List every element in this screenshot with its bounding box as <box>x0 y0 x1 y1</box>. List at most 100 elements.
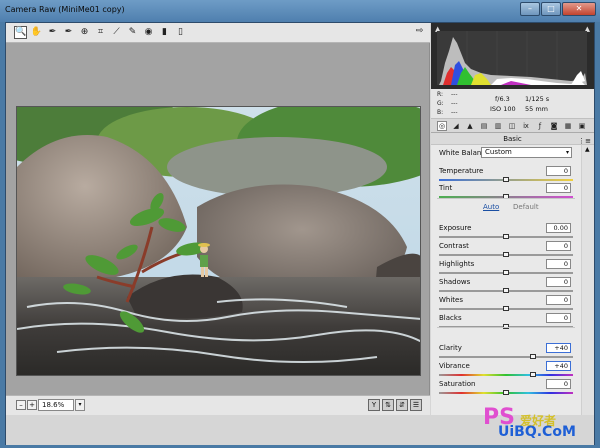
color-sampler-tool-icon[interactable]: ✒ <box>62 26 75 39</box>
white-balance-value: Custom <box>485 148 512 156</box>
graduated-filter-tool-icon[interactable]: ▯ <box>174 26 187 39</box>
contrast-value-field[interactable]: 0 <box>546 241 571 251</box>
tab-hsl-icon[interactable]: ▤ <box>479 121 489 131</box>
tab-split-toning-icon[interactable]: ▥ <box>493 121 503 131</box>
blacks-label: Blacks <box>439 314 462 322</box>
watermark-ub: UiBQ.CoM <box>498 424 576 440</box>
exposure-value-field[interactable]: 0.00 <box>546 223 571 233</box>
saturation-label: Saturation <box>439 380 476 388</box>
whites-value-field[interactable]: 0 <box>546 295 571 305</box>
whites-slider-thumb[interactable] <box>503 306 509 311</box>
iso-value: ISO 100 <box>490 105 516 113</box>
status-bar: – + 18.6% ▾ Y ⇅ ⇵ ☰ <box>6 395 430 415</box>
temperature-slider-thumb[interactable] <box>503 177 509 182</box>
contrast-slider[interactable] <box>439 252 573 257</box>
maximize-button[interactable]: □ <box>541 2 561 16</box>
tab-lens-icon[interactable]: ◫ <box>507 121 517 131</box>
temperature-value-field[interactable]: 0 <box>546 166 571 176</box>
whites-slider[interactable] <box>439 306 573 311</box>
shadows-value-field[interactable]: 0 <box>546 277 571 287</box>
white-balance-tool-icon[interactable]: ✒ <box>46 26 59 39</box>
tab-detail-icon[interactable]: ▲ <box>465 121 475 131</box>
swap-settings-icon[interactable]: ⇅ <box>382 399 394 411</box>
panel-scrollbar[interactable]: ▲ <box>581 145 594 415</box>
divider <box>437 198 575 199</box>
vibrance-value-field[interactable]: +40 <box>546 361 571 371</box>
focal-length-value: 55 mm <box>525 105 549 113</box>
highlights-value-field[interactable]: 0 <box>546 259 571 269</box>
contrast-slider-thumb[interactable] <box>503 252 509 257</box>
toggle-settings-icon[interactable]: ☰ <box>410 399 422 411</box>
open-preferences-icon[interactable]: ⇨ <box>413 26 426 39</box>
tab-camera-calibration-icon[interactable]: ◙ <box>549 121 559 131</box>
zoom-level-field[interactable]: 18.6% <box>38 399 74 411</box>
straighten-tool-icon[interactable]: ⟋ <box>110 26 123 39</box>
image-preview[interactable] <box>16 106 421 376</box>
basic-panel-title: Basic <box>503 135 522 143</box>
zoom-dropdown-icon[interactable]: ▾ <box>75 399 85 411</box>
highlights-slider-thumb[interactable] <box>503 270 509 275</box>
close-button[interactable]: ✕ <box>562 2 596 16</box>
zoom-in-button[interactable]: + <box>27 400 37 410</box>
clarity-slider-thumb[interactable] <box>529 354 536 359</box>
temperature-label: Temperature <box>439 167 484 175</box>
photo-illustration <box>17 107 420 375</box>
preview-area[interactable] <box>6 43 430 415</box>
copy-settings-icon[interactable]: ⇵ <box>396 399 408 411</box>
tab-snapshots-icon[interactable]: ▣ <box>577 121 587 131</box>
tab-fx-icon[interactable]: ƒ <box>535 121 545 131</box>
temperature-slider[interactable] <box>439 177 573 182</box>
tab-tone-curve-icon[interactable]: ◢ <box>451 121 461 131</box>
tab-effects-icon[interactable]: ⅸ <box>521 121 531 131</box>
contrast-label: Contrast <box>439 242 469 250</box>
camera-raw-window: ⇨ 🔍 ✋ ✒ ✒ ⊕ ⌗ ⟋ ✎ ◉ ▮ ▯ – + 18.6% ▾ Y ⇅ … <box>5 22 595 445</box>
spot-removal-tool-icon[interactable]: ✎ <box>126 26 139 39</box>
auto-link[interactable]: Auto <box>483 203 499 211</box>
tab-presets-icon[interactable]: ▦ <box>563 121 573 131</box>
saturation-value-field[interactable]: 0 <box>546 379 571 389</box>
highlights-label: Highlights <box>439 260 475 268</box>
scroll-up-icon[interactable]: ▲ <box>585 146 590 153</box>
red-eye-tool-icon[interactable]: ◉ <box>142 26 155 39</box>
divider <box>437 327 575 328</box>
r-value: --- <box>451 91 458 98</box>
tint-value-field[interactable]: 0 <box>546 183 571 193</box>
vibrance-label: Vibrance <box>439 362 470 370</box>
adjustments-panel: ▲ ▲ R: G: B: --- --- --- f/6.3 1/125 s I… <box>431 23 594 415</box>
clarity-value-field[interactable]: +40 <box>546 343 571 353</box>
highlights-slider[interactable] <box>439 270 573 275</box>
whites-label: Whites <box>439 296 464 304</box>
crop-tool-icon[interactable]: ⌗ <box>94 26 107 39</box>
hand-tool-icon[interactable]: ✋ <box>30 26 43 39</box>
window-title: Camera Raw (MiniMe01 copy) <box>5 5 125 14</box>
zoom-out-button[interactable]: – <box>16 400 26 410</box>
targeted-adjustment-tool-icon[interactable]: ⊕ <box>78 26 91 39</box>
white-balance-select[interactable]: Custom ▾ <box>481 147 572 158</box>
g-value: --- <box>451 100 458 107</box>
tool-bar: ⇨ 🔍 ✋ ✒ ✒ ⊕ ⌗ ⟋ ✎ ◉ ▮ ▯ <box>6 23 430 43</box>
vibrance-slider-thumb[interactable] <box>529 372 536 377</box>
vibrance-slider[interactable] <box>439 372 573 377</box>
shadows-slider-thumb[interactable] <box>503 288 509 293</box>
tint-label: Tint <box>439 184 453 192</box>
camera-info: R: G: B: --- --- --- f/6.3 1/125 s ISO 1… <box>431 89 594 119</box>
shadows-slider[interactable] <box>439 288 573 293</box>
g-label: G: <box>437 100 444 107</box>
saturation-slider-thumb[interactable] <box>503 390 509 395</box>
adjustment-brush-tool-icon[interactable]: ▮ <box>158 26 171 39</box>
minimize-button[interactable]: – <box>520 2 540 16</box>
exposure-label: Exposure <box>439 224 472 232</box>
shadows-label: Shadows <box>439 278 471 286</box>
histogram-graph <box>437 31 587 85</box>
tab-basic-icon[interactable]: ◎ <box>437 121 447 131</box>
zoom-tool-icon[interactable]: 🔍 <box>14 26 27 39</box>
exposure-slider-thumb[interactable] <box>503 234 509 239</box>
exposure-slider[interactable] <box>439 234 573 239</box>
default-link[interactable]: Default <box>513 203 539 211</box>
saturation-slider[interactable] <box>439 390 573 395</box>
before-after-y-icon[interactable]: Y <box>368 399 380 411</box>
blacks-value-field[interactable]: 0 <box>546 313 571 323</box>
clarity-slider[interactable] <box>439 354 573 359</box>
b-value: --- <box>451 109 458 116</box>
b-label: B: <box>437 109 444 116</box>
